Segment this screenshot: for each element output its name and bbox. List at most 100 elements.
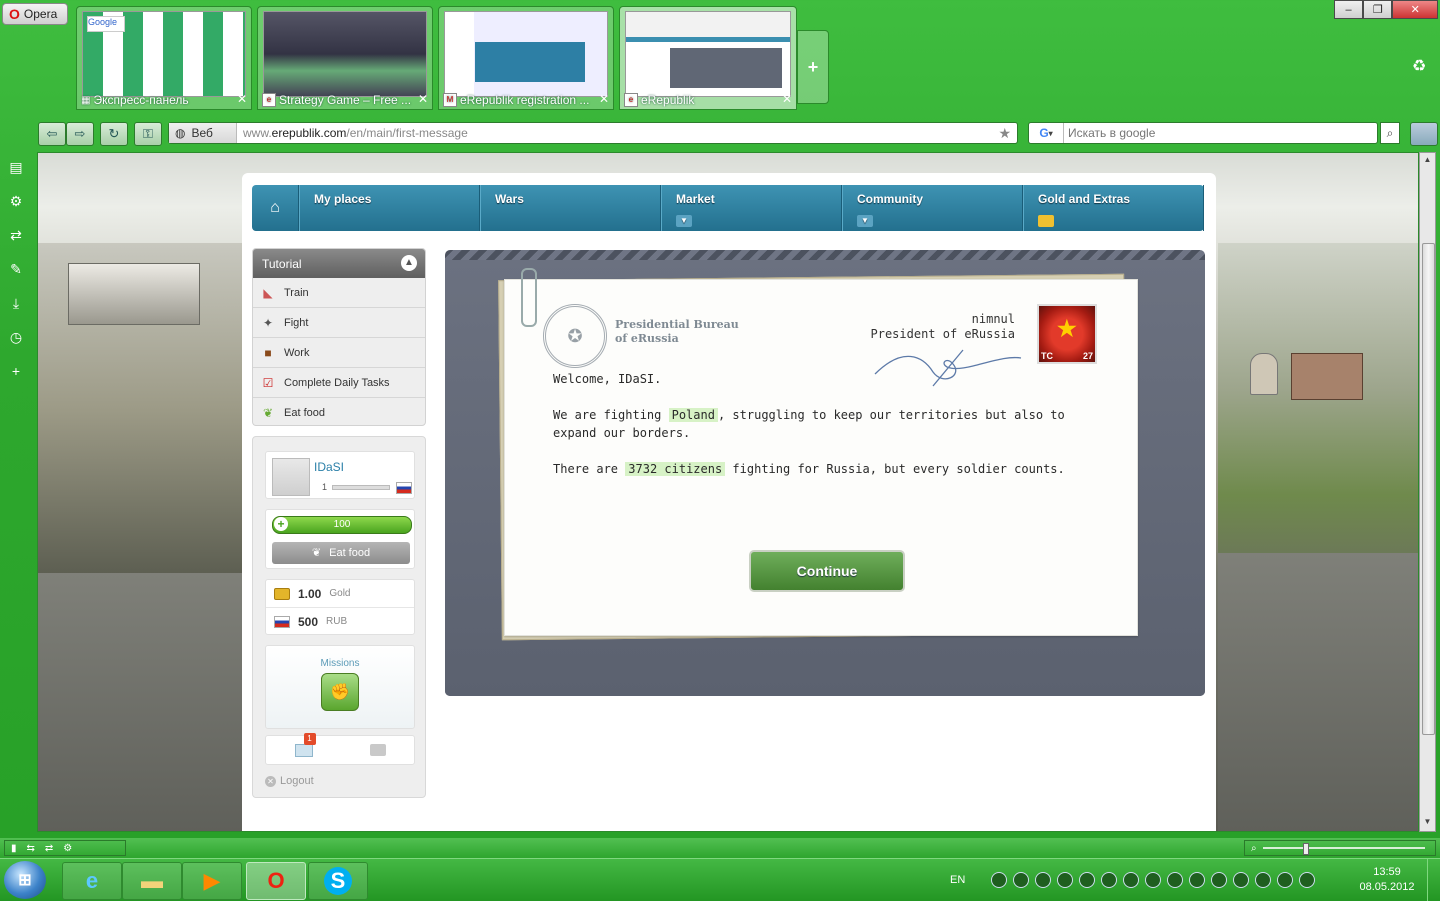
missions-card[interactable]: Missions ✊ [265, 645, 415, 729]
chevron-down-icon[interactable]: ▼ [676, 215, 692, 227]
volume-icon[interactable] [1299, 872, 1316, 888]
search-input[interactable] [1064, 125, 1377, 141]
tab-strategy-game[interactable]: e Strategy Game – Free ... ✕ [257, 6, 433, 110]
taskbar-media-player[interactable]: ▶ [182, 862, 242, 900]
unite-icon[interactable]: ⇄ [45, 843, 53, 854]
plus-icon[interactable]: + [274, 517, 288, 531]
network-icon[interactable] [1277, 872, 1294, 888]
collapse-up-icon[interactable]: ▲ [401, 255, 417, 271]
address-bar[interactable]: ◍ Веб www.erepublik.com/en/main/first-me… [168, 122, 1018, 144]
search-field[interactable]: G ▾ [1028, 122, 1378, 144]
username-link[interactable]: IDaSI [314, 460, 344, 474]
vertical-scrollbar[interactable]: ▲ ▼ [1419, 152, 1436, 832]
steam-icon[interactable] [1013, 872, 1030, 888]
tutorial-item-work[interactable]: ■ Work [253, 338, 425, 368]
tray-app-icon[interactable] [1079, 872, 1096, 888]
google-engine-icon[interactable]: G ▾ [1029, 123, 1064, 143]
mission-arm-icon[interactable]: ✊ [321, 673, 359, 711]
nav-gold-extras[interactable]: Gold and Extras [1023, 185, 1204, 231]
chevron-down-icon[interactable]: ▼ [857, 215, 873, 227]
nav-community[interactable]: Community ▼ [842, 185, 1023, 231]
unite-panel-icon[interactable]: ⇄ [7, 226, 25, 244]
taskbar-explorer[interactable]: ▬ [122, 862, 182, 900]
tray-app-icon[interactable] [1167, 872, 1184, 888]
tab-erepublik[interactable]: e eRepublik ✕ [619, 6, 797, 110]
wand-button[interactable]: ⚿ [134, 122, 162, 146]
history-panel-icon[interactable]: ◷ [7, 328, 25, 346]
taskbar-ie[interactable]: e [62, 862, 122, 900]
panel-toggle-button[interactable] [1410, 122, 1438, 146]
nvidia-icon[interactable] [1101, 872, 1118, 888]
new-tab-plus-icon[interactable]: + [797, 30, 829, 104]
tab-close-icon[interactable]: ✕ [237, 92, 247, 106]
nav-market[interactable]: Market ▼ [661, 185, 842, 231]
alerts-icon[interactable] [369, 744, 386, 756]
tray-app-icon[interactable] [1255, 872, 1272, 888]
president-name[interactable]: nimnul [871, 312, 1015, 327]
logout-link[interactable]: ✕ Logout [265, 775, 314, 787]
downloads-panel-icon[interactable]: ⤓ [7, 294, 25, 312]
tab-close-icon[interactable]: ✕ [599, 92, 609, 106]
nav-my-places[interactable]: My places [299, 185, 480, 231]
widgets-panel-icon[interactable]: ⚙ [7, 192, 25, 210]
taskbar-skype[interactable]: S [308, 862, 368, 900]
trash-icon[interactable]: ♻ [1412, 56, 1426, 76]
tray-app-icon[interactable] [1057, 872, 1074, 888]
minimize-button[interactable]: – [1334, 0, 1364, 19]
maximize-button[interactable]: ❐ [1363, 0, 1393, 19]
continue-button[interactable]: Continue [749, 550, 905, 592]
zoom-slider[interactable] [1262, 843, 1425, 855]
tray-app-icon[interactable] [1035, 872, 1052, 888]
tutorial-item-eat-food[interactable]: ❦ Eat food [253, 398, 425, 427]
tab-close-icon[interactable]: ✕ [418, 92, 428, 106]
add-panel-icon[interactable]: + [7, 362, 25, 380]
opera-tray-icon[interactable] [1189, 872, 1206, 888]
opera-menu-button[interactable]: O Opera [2, 3, 68, 25]
tutorial-item-fight[interactable]: ✦ Fight [253, 308, 425, 338]
address-mode[interactable]: ◍ Веб [169, 123, 237, 143]
reload-button[interactable]: ↻ [100, 122, 128, 146]
language-indicator[interactable]: EN [950, 874, 965, 886]
envelope-icon[interactable]: 1 [294, 732, 316, 757]
tutorial-item-train[interactable]: ◣ Train [253, 278, 425, 308]
tray-app-icon[interactable] [1233, 872, 1250, 888]
tray-app-icon[interactable] [1145, 872, 1162, 888]
back-button[interactable]: ⇦ [38, 122, 66, 146]
tab-close-icon[interactable]: ✕ [782, 92, 792, 106]
scroll-down-icon[interactable]: ▼ [1422, 817, 1433, 829]
tutorial-header[interactable]: Tutorial ▲ [253, 249, 425, 278]
tray-app-icon[interactable] [991, 872, 1008, 888]
enemy-country-link[interactable]: Poland [668, 408, 718, 422]
forward-button[interactable]: ⇨ [66, 122, 94, 146]
bookmarks-panel-icon[interactable]: ▤ [7, 158, 25, 176]
tab-speed-dial[interactable]: Google ▦ Экспресс-панель ✕ [76, 6, 252, 110]
globe-icon: ◍ [175, 126, 186, 140]
avatar[interactable] [272, 458, 310, 496]
tutorial-item-daily-tasks[interactable]: ☑ Complete Daily Tasks [253, 368, 425, 398]
turbo-icon[interactable]: ⚙ [63, 843, 72, 854]
address-url[interactable]: www.erepublik.com/en/main/first-message [237, 126, 998, 140]
panel-toggle-icon[interactable]: ▮ [11, 843, 17, 854]
nav-wars[interactable]: Wars [480, 185, 661, 231]
search-magnifier-icon[interactable]: ⌕ [1380, 122, 1400, 144]
taskbar-opera[interactable]: O [246, 862, 306, 900]
scroll-up-icon[interactable]: ▲ [1422, 155, 1433, 167]
status-left-controls: ▮ ⇆ ⇄ ⚙ [4, 840, 126, 856]
bookmark-star-icon[interactable]: ★ [998, 125, 1017, 142]
show-desktop-button[interactable] [1427, 859, 1440, 901]
scroll-thumb[interactable] [1422, 243, 1435, 735]
page-viewport: ⌂ My places Wars Market ▼ Community ▼ Gold… [37, 152, 1419, 832]
sync-icon[interactable]: ⇆ [27, 843, 35, 854]
tab-registration[interactable]: MeRepublik registration ... ✕ [438, 6, 614, 110]
zoom-magnifier-icon[interactable]: ⌕ [1251, 843, 1257, 854]
home-icon[interactable]: ⌂ [252, 185, 299, 231]
clock[interactable]: 13:59 08.05.2012 [1352, 865, 1422, 895]
zoom-slider-knob[interactable] [1302, 843, 1309, 855]
eat-food-button[interactable]: ❦ Eat food [272, 542, 410, 564]
close-window-button[interactable]: ✕ [1392, 0, 1438, 19]
tray-app-icon[interactable] [1123, 872, 1140, 888]
tray-app-icon[interactable] [1211, 872, 1228, 888]
president-avatar[interactable]: TC ★ 27 [1037, 304, 1097, 364]
start-button[interactable]: ⊞ [4, 861, 46, 899]
notes-panel-icon[interactable]: ✎ [7, 260, 25, 278]
